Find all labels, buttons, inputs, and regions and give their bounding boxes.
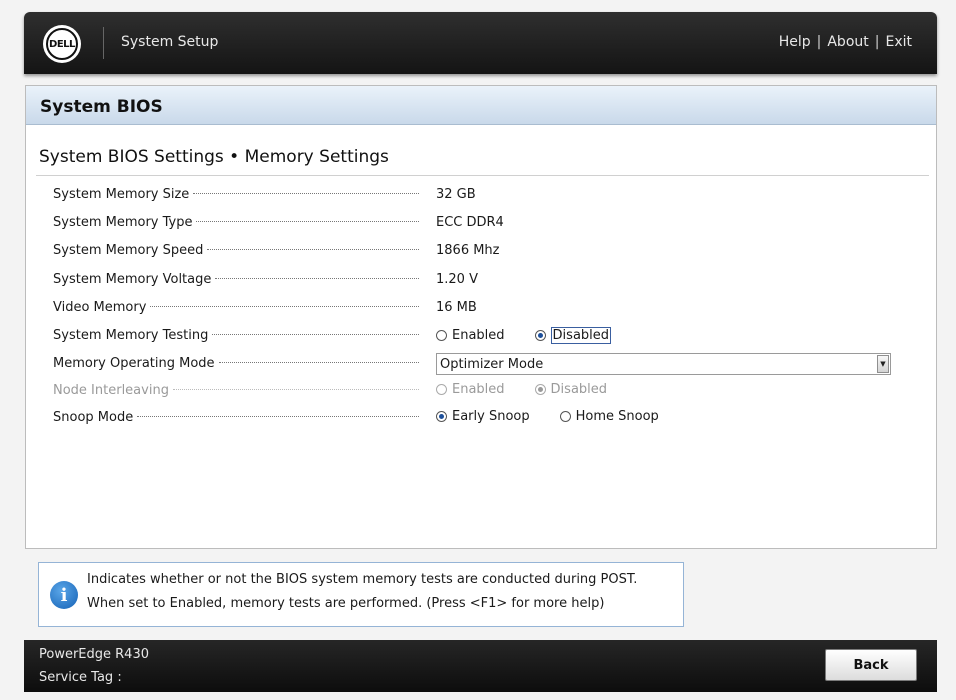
about-link[interactable]: About	[827, 34, 868, 50]
memory-voltage-value: 1.20 V	[436, 272, 478, 287]
memory-operating-mode-select[interactable]: Optimizer Mode ▼	[436, 353, 891, 375]
dropdown-arrow-icon[interactable]: ▼	[877, 355, 889, 373]
snoop-mode-radio-group: Early Snoop Home Snoop	[436, 409, 689, 424]
snoop-mode-home-radio[interactable]: Home Snoop	[559, 409, 659, 424]
bios-window: DELL System Setup Help | About | Exit Sy…	[0, 0, 956, 700]
setting-label: Video Memory	[53, 300, 419, 315]
setting-label: Memory Operating Mode	[53, 356, 419, 371]
radio-circle-selected	[534, 384, 546, 395]
help-text-line1: Indicates whether or not the BIOS system…	[87, 572, 638, 587]
app-title: System Setup	[121, 34, 219, 50]
setting-row-memory-speed: System Memory Speed 1866 Mhz	[53, 241, 913, 263]
memory-testing-disabled-radio[interactable]: Disabled	[534, 327, 612, 344]
node-interleaving-disabled-radio: Disabled	[534, 382, 607, 397]
section-divider	[36, 175, 929, 176]
settings-panel: System BIOS System BIOS Settings • Memor…	[25, 85, 937, 549]
help-box: i Indicates whether or not the BIOS syst…	[38, 562, 684, 627]
setting-row-memory-testing: System Memory Testing Enabled Disabled	[53, 326, 913, 348]
node-interleaving-radio-group: Enabled Disabled	[436, 382, 637, 397]
setting-label: System Memory Size	[53, 187, 419, 202]
memory-speed-value: 1866 Mhz	[436, 243, 500, 258]
dell-logo-text: DELL	[46, 28, 78, 60]
top-header: DELL System Setup Help | About | Exit	[24, 12, 937, 74]
system-model: PowerEdge R430	[39, 647, 149, 662]
memory-testing-enabled-radio[interactable]: Enabled	[436, 328, 505, 343]
setting-label: Snoop Mode	[53, 410, 419, 425]
node-interleaving-enabled-radio: Enabled	[436, 382, 505, 397]
help-text-line2: When set to Enabled, memory tests are pe…	[87, 596, 605, 611]
header-links: Help | About | Exit	[779, 34, 912, 50]
panel-title: System BIOS	[40, 97, 163, 117]
setting-label: System Memory Type	[53, 215, 419, 230]
radio-circle	[559, 411, 571, 422]
info-icon: i	[50, 581, 78, 609]
setting-row-node-interleaving: Node Interleaving Enabled Disabled	[53, 381, 913, 403]
setting-label: System Memory Testing	[53, 328, 419, 343]
radio-circle	[436, 330, 447, 341]
service-tag: Service Tag :	[39, 670, 122, 685]
memory-size-value: 32 GB	[436, 187, 476, 202]
help-link[interactable]: Help	[779, 34, 811, 50]
setting-row-memory-voltage: System Memory Voltage 1.20 V	[53, 270, 913, 292]
header-divider	[103, 27, 104, 59]
radio-circle-selected	[436, 411, 447, 422]
setting-row-memory-size: System Memory Size 32 GB	[53, 185, 913, 207]
dell-logo: DELL	[43, 25, 81, 63]
radio-circle	[436, 384, 447, 395]
setting-row-snoop-mode: Snoop Mode Early Snoop Home Snoop	[53, 408, 913, 430]
setting-row-memory-type: System Memory Type ECC DDR4	[53, 213, 913, 235]
setting-row-video-memory: Video Memory 16 MB	[53, 298, 913, 320]
memory-type-value: ECC DDR4	[436, 215, 504, 230]
radio-circle-selected	[534, 330, 546, 341]
link-separator: |	[816, 34, 822, 50]
setting-label: Node Interleaving	[53, 383, 419, 398]
snoop-mode-early-radio[interactable]: Early Snoop	[436, 409, 530, 424]
select-value: Optimizer Mode	[440, 357, 544, 372]
video-memory-value: 16 MB	[436, 300, 477, 315]
setting-row-operating-mode: Memory Operating Mode Optimizer Mode ▼	[53, 353, 913, 376]
back-button[interactable]: Back	[825, 649, 917, 681]
link-separator: |	[874, 34, 880, 50]
setting-label: System Memory Voltage	[53, 272, 419, 287]
exit-link[interactable]: Exit	[885, 34, 912, 50]
section-title: System BIOS Settings • Memory Settings	[39, 147, 389, 167]
setting-label: System Memory Speed	[53, 243, 419, 258]
footer-bar: PowerEdge R430 Service Tag : Back	[24, 640, 937, 692]
memory-testing-radio-group: Enabled Disabled	[436, 327, 641, 344]
